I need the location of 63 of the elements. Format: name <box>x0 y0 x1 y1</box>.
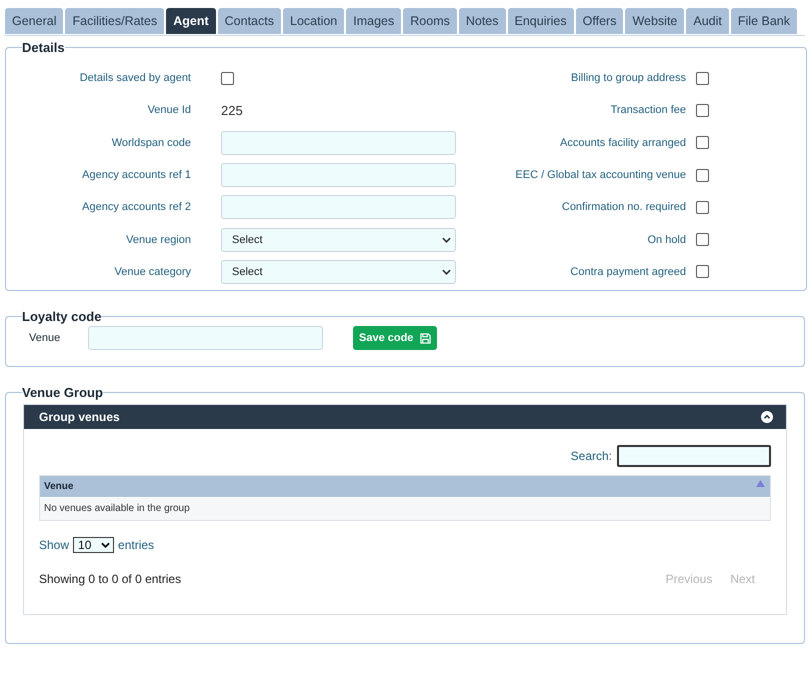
field-label: Contra payment agreed <box>569 266 686 278</box>
tab[interactable]: Agent <box>166 8 216 34</box>
save-button[interactable]: Save code <box>353 326 438 350</box>
chevron-down-icon <box>442 268 451 275</box>
chevron-down-icon <box>101 542 110 548</box>
field-label: Worldspan code <box>110 136 191 149</box>
table-header[interactable]: Venue <box>40 476 770 497</box>
table-cell: No venues available in the group <box>40 497 770 520</box>
section-title: Details <box>22 40 65 55</box>
checkbox[interactable] <box>696 104 709 117</box>
checkbox[interactable] <box>696 136 709 150</box>
tab[interactable]: Contacts <box>218 8 281 34</box>
input-field[interactable] <box>221 195 456 220</box>
field-label: Agency accounts ref 2 <box>81 201 191 214</box>
field-label: Agency accounts ref 1 <box>81 169 191 182</box>
checkbox[interactable] <box>696 72 709 85</box>
tab[interactable]: Location <box>283 8 344 34</box>
checkbox[interactable] <box>696 200 709 214</box>
field-label: Venue <box>28 332 62 344</box>
tab[interactable]: File Bank <box>730 8 797 34</box>
section-title: Loyalty code <box>22 309 102 324</box>
checkbox[interactable] <box>221 72 234 85</box>
column-header: Venue <box>44 481 74 492</box>
field-label: Confirmation no. required <box>560 201 686 214</box>
table-info: Showing 0 to 0 of 0 entries <box>39 572 182 586</box>
field-label: Transaction fee <box>610 104 686 116</box>
input-field[interactable] <box>88 326 323 350</box>
select-dropdown[interactable]: Select <box>221 228 456 252</box>
tab[interactable]: Offers <box>576 8 624 34</box>
field-label: Details saved by agent <box>78 72 191 84</box>
checkbox[interactable] <box>696 265 709 278</box>
tab[interactable]: Enquiries <box>508 8 574 34</box>
tab[interactable]: General <box>5 8 64 34</box>
panel-title: Group venues <box>39 410 120 424</box>
field-label: Accounts facility arranged <box>559 136 686 149</box>
search-label: Search: <box>570 449 612 463</box>
tab[interactable]: Facilities/Rates <box>65 8 164 34</box>
field-label: Venue category <box>114 266 191 278</box>
field-label: Billing to group address <box>570 72 686 84</box>
input-field[interactable] <box>221 163 456 188</box>
field-label: On hold <box>646 234 686 246</box>
field-label: Venue Id <box>146 104 191 116</box>
show-label: Show <box>39 538 70 552</box>
checkbox[interactable] <box>696 233 709 246</box>
tab[interactable]: Images <box>346 8 402 34</box>
checkbox[interactable] <box>696 168 709 182</box>
page-size-select[interactable]: 10 <box>73 537 114 553</box>
entries-label: entries <box>118 538 154 552</box>
section-title: Venue Group <box>22 385 103 400</box>
tab[interactable]: Notes <box>458 8 506 34</box>
input-field[interactable] <box>221 130 456 155</box>
field-label: EEC / Global tax accounting venue <box>514 169 686 182</box>
search-field[interactable] <box>617 445 771 467</box>
chevron-down-icon <box>442 236 451 243</box>
field-label: Venue region <box>125 234 191 246</box>
collapse-icon[interactable] <box>761 411 773 423</box>
tab[interactable]: Audit <box>686 8 729 34</box>
sort-icon <box>756 480 765 487</box>
save-icon <box>420 332 432 344</box>
select-dropdown[interactable]: Select <box>221 260 456 284</box>
tab[interactable]: Rooms <box>403 8 457 34</box>
tab[interactable]: Website <box>625 8 684 34</box>
field-value: 225 <box>221 102 243 118</box>
